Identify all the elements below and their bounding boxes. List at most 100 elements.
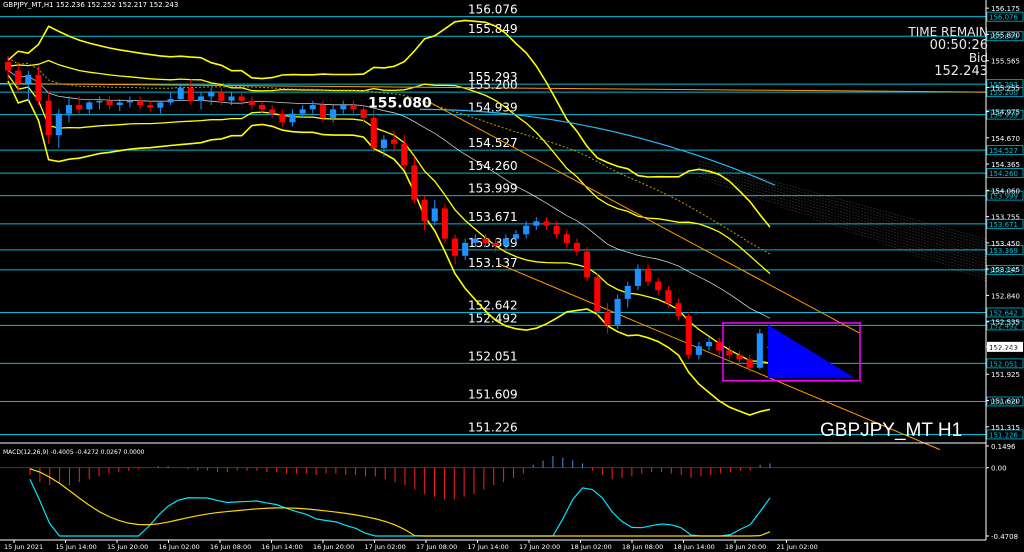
candle-body [350,105,357,110]
candle-body [248,100,255,106]
price-tick-label: 151.620 [991,398,1020,406]
candle-body [533,221,540,226]
bollinger-upper-outer [7,19,771,228]
candle-body [726,350,733,355]
candle-body [634,268,641,286]
candle-body [401,143,408,166]
candle-body [279,113,286,123]
price-tick-label: 152.840 [991,292,1020,300]
candle-body [86,102,93,110]
price-tick-label: 156.175 [991,5,1020,13]
level-label: 154.527 [468,136,518,150]
candle-body [492,242,499,246]
price-tick-label: 154.975 [991,109,1020,117]
candle-body [360,109,367,118]
candle-body [523,225,530,235]
candle-body [391,139,398,144]
macd-label: MACD(12,26,9) -0.4005 -0.4272 0.0267 0.0… [3,449,145,456]
candle-body [25,74,32,84]
macd-tick-label: 0.1496 [991,443,1016,451]
candle-body [137,100,144,106]
candle-body [512,234,520,239]
candle-body [614,298,621,325]
signal-line [29,468,771,537]
candle-body [604,311,611,325]
candle-body [462,242,469,256]
level-tag-text: 152.051 [989,360,1018,368]
candle-body [756,333,763,368]
candle-body [340,105,347,110]
candle-body [451,238,459,256]
price-tick-label: 152.535 [991,319,1020,327]
candle-body [157,102,164,108]
time-tick-label: 18 Jun 02:00 [571,543,612,551]
candle-body [4,61,12,71]
candle-body [96,100,103,103]
triangle-object [768,324,855,379]
candle-body [309,105,316,110]
candle-body [431,208,438,222]
candle-body [685,316,692,355]
price-tick-label: 154.365 [991,161,1020,169]
price-annotation: 155.080 [368,95,432,111]
candle-body [167,99,174,103]
candle-body [553,225,560,235]
candle-body [705,341,713,347]
symbol-label: GBPJPY_MT H1 [820,420,963,441]
bollinger-lower-outer [7,80,771,416]
candle-body [421,199,428,222]
time-tick-label: 15 Jun 20:00 [107,543,148,551]
candle-body [695,346,702,355]
macd-tick-label: 0.00 [991,465,1007,473]
candle-body [126,100,133,103]
price-tick-label: 154.670 [991,135,1020,143]
candle-body [736,354,743,360]
price-tick-label: 154.060 [991,187,1020,195]
candle-body [563,234,570,243]
candle-body [106,100,113,106]
price-tick-label: 151.315 [991,424,1020,432]
candle-body [65,105,73,114]
time-tick-label: 18 Jun 08:00 [622,543,663,551]
time-tick-label: 16 Jun 20:00 [313,543,354,551]
bid-value: 152.243 [934,64,988,79]
candle-body [228,96,235,101]
level-label: 156.076 [468,3,518,17]
level-label: 153.671 [468,210,518,224]
macd-panel: 0.1496 0.00 -0.4708 [0,443,1018,541]
candle-body [655,281,662,291]
candle-body [370,117,377,149]
price-tick-label: 155.255 [991,84,1020,92]
candle-body [299,109,306,114]
candle-body [177,87,184,100]
chart-canvas[interactable]: 156.076156.076155.849155.849155.293155.2… [0,0,1024,552]
candle-body [441,208,448,239]
time-tick-label: 16 Jun 08:00 [210,543,251,551]
candle-body [543,221,550,226]
time-tick-label: 16 Jun 14:00 [262,543,303,551]
candle-body [15,70,22,84]
candle-body [746,359,753,368]
price-tick-label: 153.450 [991,240,1020,248]
candle-body [482,238,489,243]
level-label: 155.200 [468,78,518,92]
candle-body [197,96,205,101]
candle-body [645,268,652,282]
price-tick-label: 153.145 [991,266,1020,274]
candle-body [411,165,418,200]
level-label: 152.051 [468,349,518,363]
time-tick-label: 17 Jun 08:00 [416,543,457,551]
candle-body [55,113,62,136]
level-tag-text: 154.260 [989,170,1018,178]
horizontal-levels: 156.076156.076155.849155.849155.293155.2… [0,3,1024,439]
level-tag-text: 156.076 [989,14,1018,22]
level-label: 151.226 [468,420,518,434]
level-label: 151.609 [468,387,518,401]
candle-body [624,285,631,299]
candle-body [716,341,723,351]
time-tick-label: 18 Jun 14:00 [674,543,715,551]
candle-body [319,105,327,118]
candle-body [76,105,83,110]
candle-body [573,242,581,252]
time-tick-label: 17 Jun 02:00 [365,543,406,551]
